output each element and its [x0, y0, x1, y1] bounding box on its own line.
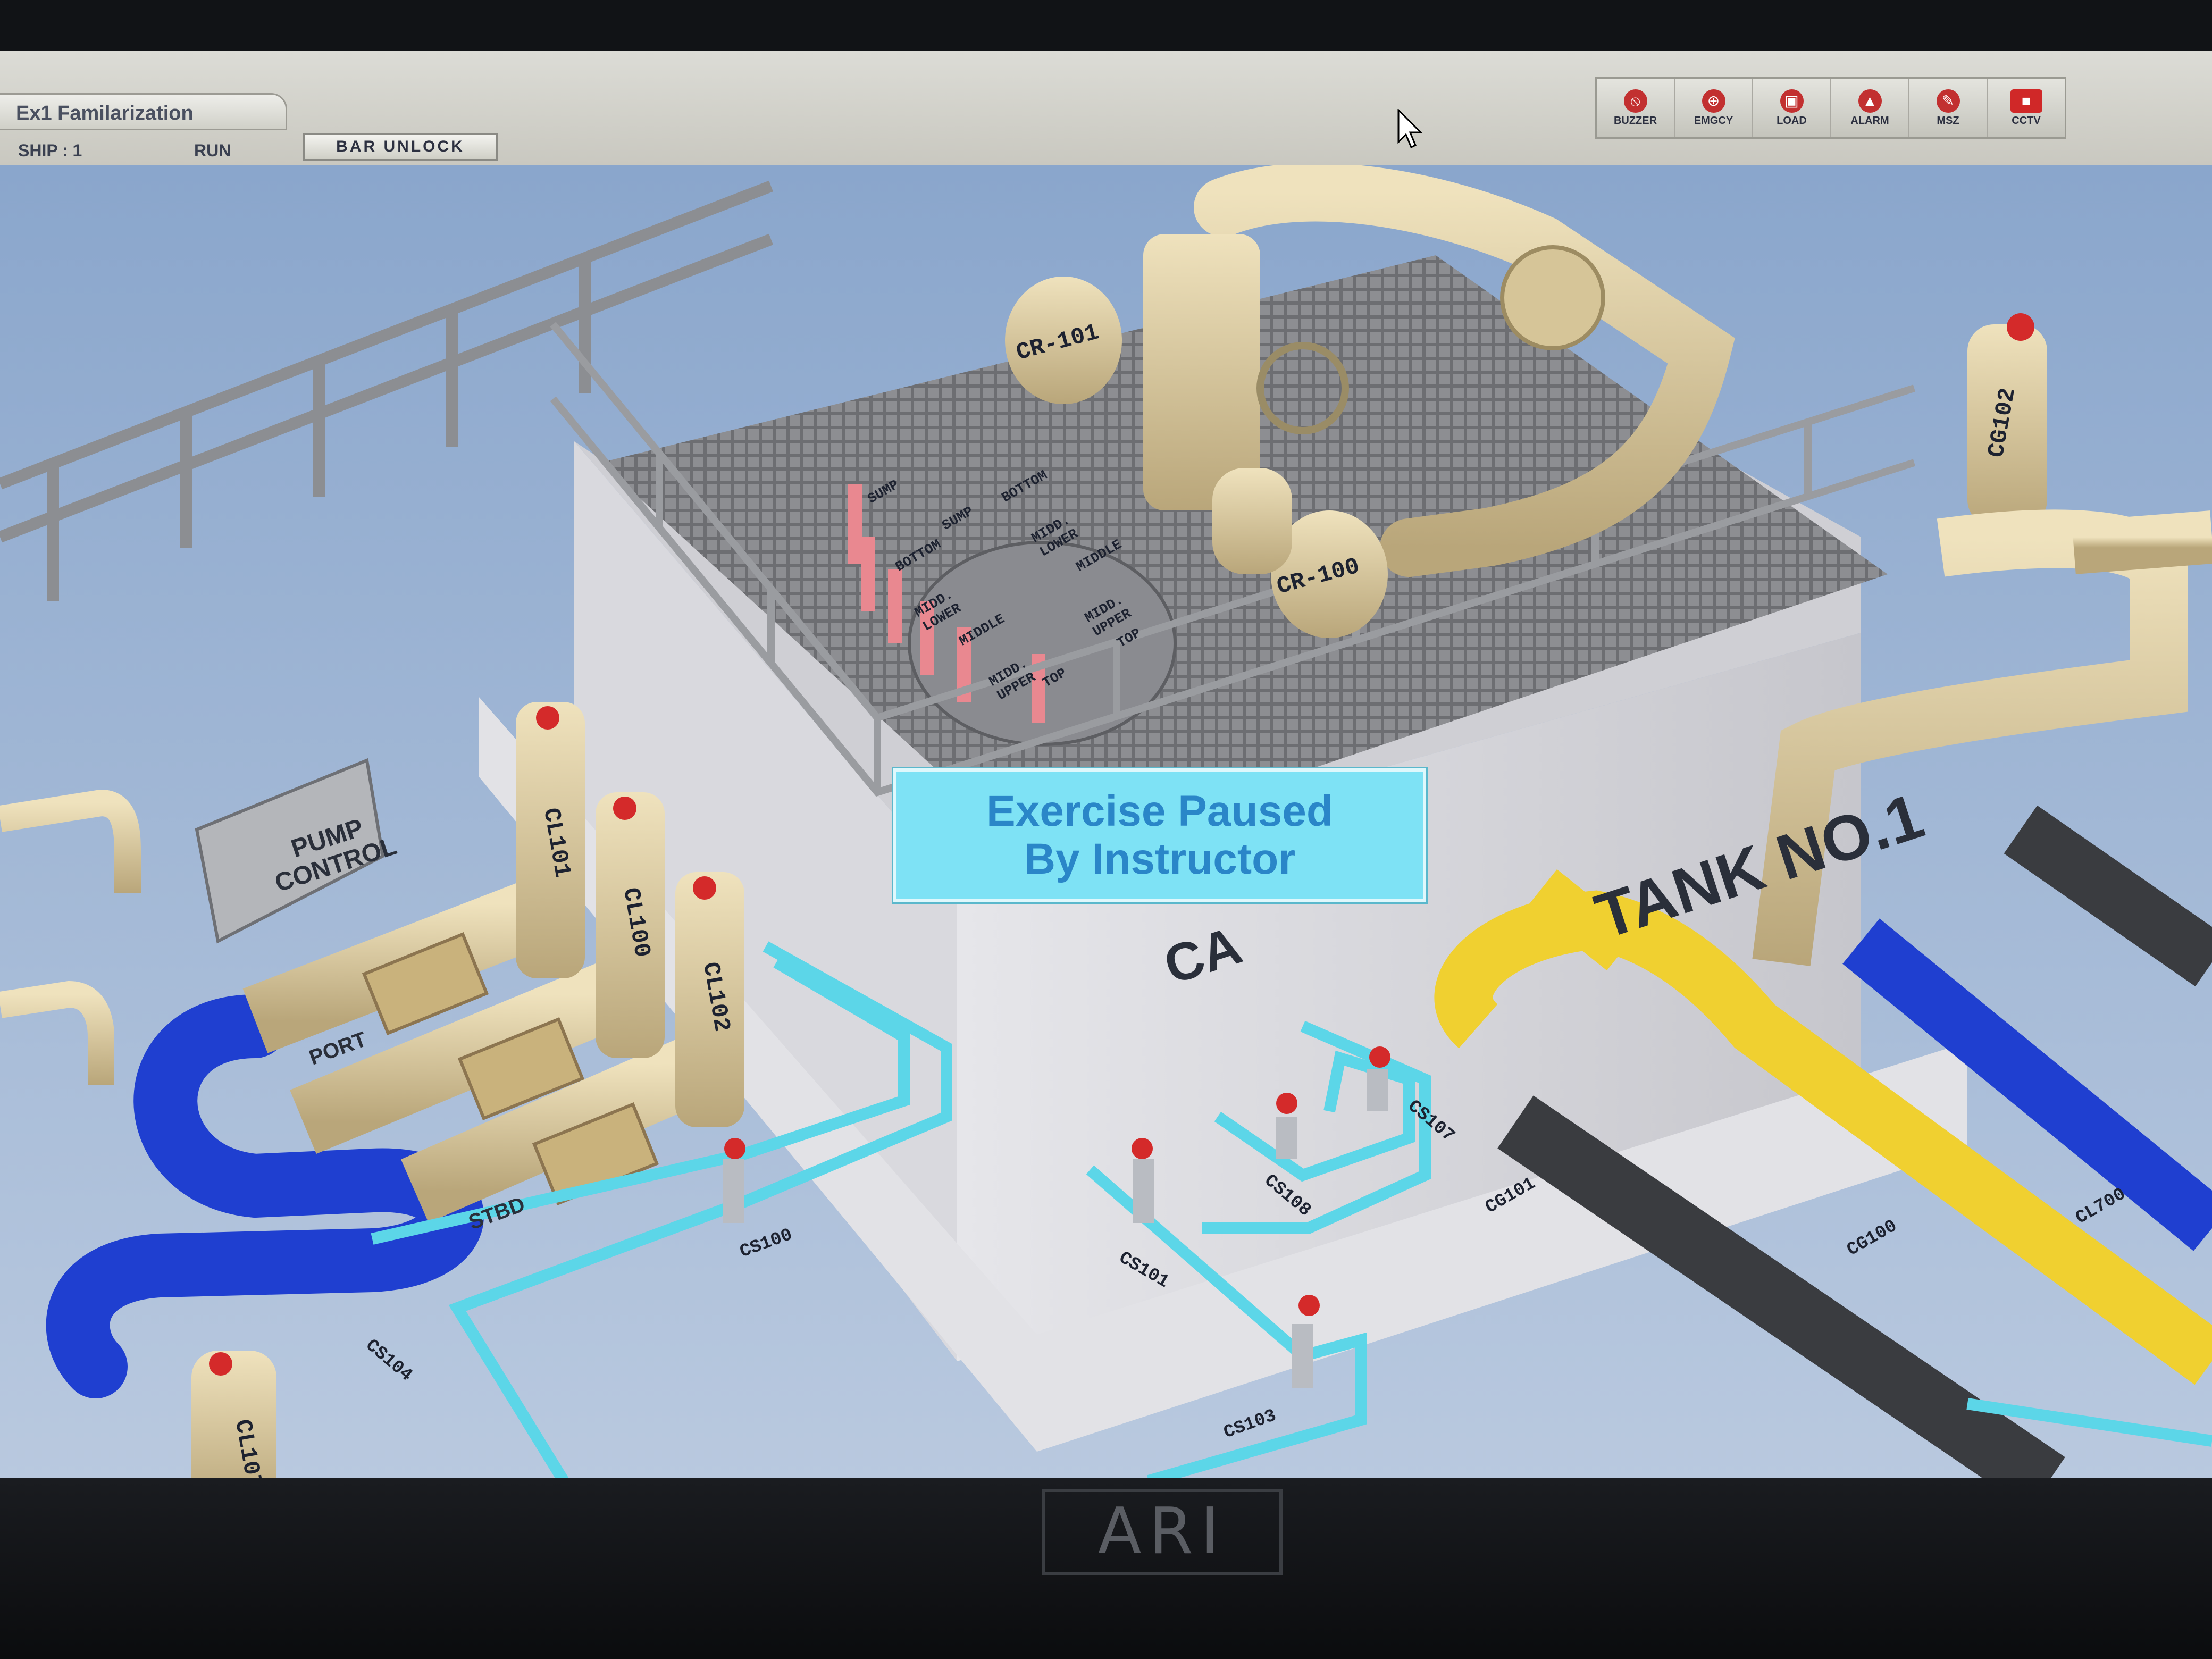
ship-indicator: SHIP : 1	[18, 141, 82, 160]
buzzer-button[interactable]: ⦸ BUZZER	[1597, 79, 1675, 137]
buzzer-label: BUZZER	[1613, 114, 1657, 127]
buzzer-icon: ⦸	[1623, 89, 1647, 113]
monitor-bezel-top	[0, 0, 2212, 51]
bar-unlock-button[interactable]: BAR UNLOCK	[303, 133, 498, 161]
message-label: MSZ	[1937, 114, 1959, 127]
load-label: LOAD	[1777, 114, 1807, 127]
paused-line1: Exercise Paused	[986, 787, 1333, 835]
window-title: Ex1 Familarization	[0, 93, 287, 130]
message-icon: ✎	[1936, 89, 1960, 113]
tank-scene-viewport[interactable]: TANK NO.1 CA PUMP CONTROL PORT STBD SUMP…	[0, 165, 2212, 1481]
load-button[interactable]: ▣ LOAD	[1753, 79, 1831, 137]
actuator	[1212, 468, 1292, 574]
alarm-button[interactable]: ▲ ALARM	[1831, 79, 1909, 137]
simulator-screen: Ex1 Familarization SHIP : 1 RUN BAR UNLO…	[0, 51, 2212, 1481]
alarm-icon: ▲	[1858, 89, 1882, 113]
monitor-brand-logo: ARI	[1042, 1489, 1283, 1575]
mouse-cursor-icon	[1397, 109, 1423, 149]
toolbar-button-group: ⦸ BUZZER ⊕ EMGCY ▣ LOAD ▲ ALARM ✎ MSZ ■ …	[1595, 77, 2066, 139]
camera-icon: ■	[2010, 89, 2042, 113]
run-indicator: RUN	[194, 141, 231, 160]
cctv-label: CCTV	[2012, 114, 2041, 127]
load-icon: ▣	[1780, 89, 1804, 113]
pipe-flange	[1500, 245, 1605, 350]
paused-line2: By Instructor	[1024, 835, 1296, 883]
cctv-button[interactable]: ■ CCTV	[1988, 79, 2065, 137]
alarm-label: ALARM	[1850, 114, 1889, 127]
emergency-icon: ⊕	[1702, 89, 1725, 113]
cg102-indicator	[2007, 313, 2034, 341]
top-toolbar: Ex1 Familarization SHIP : 1 RUN BAR UNLO…	[0, 51, 2212, 168]
message-button[interactable]: ✎ MSZ	[1909, 79, 1988, 137]
exercise-paused-overlay: Exercise Paused By Instructor	[893, 768, 1426, 902]
emergency-label: EMGCY	[1694, 114, 1733, 127]
emergency-button[interactable]: ⊕ EMGCY	[1675, 79, 1753, 137]
